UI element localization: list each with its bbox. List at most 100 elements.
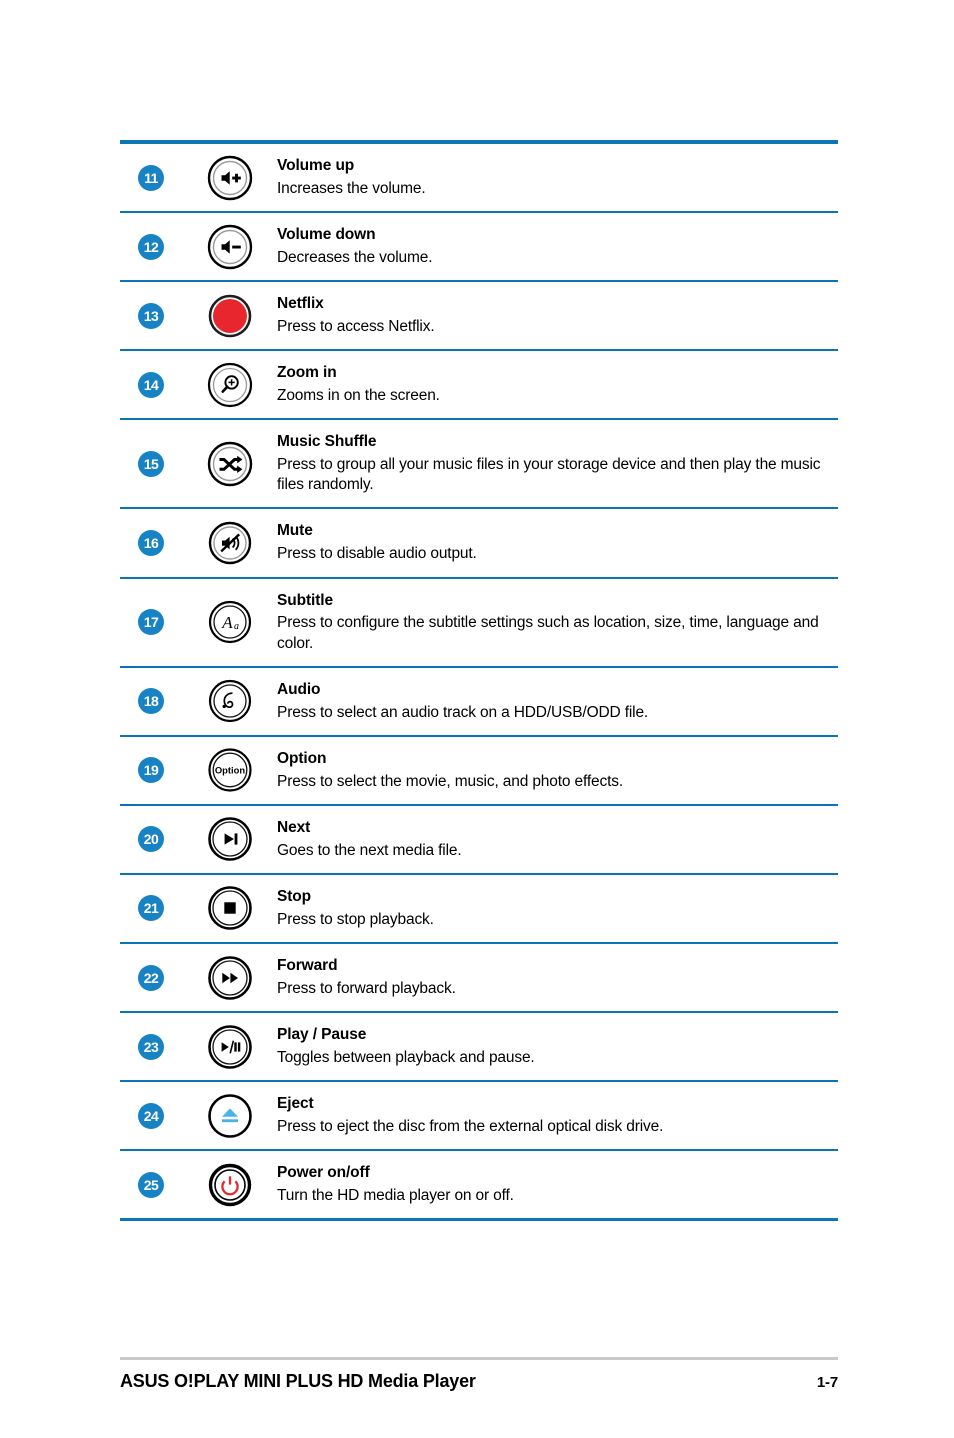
row-number-cell: 15 xyxy=(120,420,182,507)
row-number-cell: 24 xyxy=(120,1082,182,1149)
row-description: Goes to the next media file. xyxy=(277,841,462,859)
table-row: 11 Volume up Increases the volume. xyxy=(120,144,838,214)
row-text-cell: Zoom in Zooms in on the screen. xyxy=(277,351,838,418)
row-icon-cell xyxy=(182,351,277,418)
row-description: Turn the HD media player on or off. xyxy=(277,1187,514,1205)
row-icon-cell xyxy=(182,282,277,349)
row-text-cell: Stop Press to stop playback. xyxy=(277,875,838,942)
row-text-cell: Audio Press to select an audio track on … xyxy=(277,668,838,735)
row-icon-cell xyxy=(182,1151,277,1218)
row-title: Stop xyxy=(277,887,312,905)
row-title: Option xyxy=(277,749,327,767)
volume-up-icon xyxy=(207,155,253,201)
row-icon-cell xyxy=(182,1082,277,1149)
row-title: Netflix xyxy=(277,295,324,313)
footer-product-title: ASUS O!PLAY MINI PLUS HD Media Player xyxy=(120,1371,476,1391)
row-icon-cell xyxy=(182,420,277,507)
row-number-cell: 16 xyxy=(120,509,182,576)
row-number-cell: 20 xyxy=(120,806,182,873)
row-number-badge: 23 xyxy=(138,1033,164,1060)
power-icon xyxy=(207,1162,253,1208)
row-number-cell: 17 xyxy=(120,579,182,666)
row-number-badge: 13 xyxy=(138,302,164,329)
row-number-badge: 12 xyxy=(138,233,164,260)
row-text-cell: Play / Pause Toggles between playback an… xyxy=(277,1013,838,1080)
row-number-cell: 12 xyxy=(120,213,182,280)
row-text-cell: Next Goes to the next media file. xyxy=(277,806,838,873)
row-number-cell: 18 xyxy=(120,668,182,735)
forward-icon xyxy=(207,955,253,1001)
row-icon-cell: Option xyxy=(182,737,277,804)
table-row: 24 Eject Press to eject the disc from th… xyxy=(120,1082,838,1152)
row-description: Decreases the volume. xyxy=(277,248,433,266)
row-description: Press to access Netflix. xyxy=(277,318,435,336)
row-title: Mute xyxy=(277,522,313,540)
table-row: 23 Play / Pause Toggles between playback… xyxy=(120,1013,838,1083)
table-row: 22 Forward Press to forward playback. xyxy=(120,944,838,1014)
table-row: 15 Music Shuffle Press to group all your… xyxy=(120,420,838,510)
row-number-badge: 24 xyxy=(138,1102,164,1129)
row-icon-cell xyxy=(182,875,277,942)
zoom-in-icon xyxy=(207,362,253,408)
subtitle-icon: A a xyxy=(207,599,253,645)
table-row: 20 Next Goes to the next media file. xyxy=(120,806,838,875)
row-title: Volume up xyxy=(277,157,355,174)
row-text-cell: Volume down Decreases the volume. xyxy=(277,213,838,280)
row-description: Press to disable audio output. xyxy=(277,545,477,563)
row-icon-cell xyxy=(182,1013,277,1080)
row-title: Forward xyxy=(277,956,338,974)
row-title: Next xyxy=(277,818,311,836)
remote-button-table: 11 Volume up Increases the volume. 12 Vo… xyxy=(120,140,838,1222)
row-number-badge: 22 xyxy=(138,964,164,991)
row-description: Press to stop playback. xyxy=(277,910,434,928)
table-row: 12 Volume down Decreases the volume. xyxy=(120,213,838,283)
row-title: Volume down xyxy=(277,226,376,244)
mute-icon xyxy=(207,520,253,566)
row-icon-cell xyxy=(182,668,277,735)
row-title: Zoom in xyxy=(277,364,337,382)
row-description: Zooms in on the screen. xyxy=(277,387,440,405)
row-title: Subtitle xyxy=(277,591,334,609)
option-icon: Option xyxy=(207,747,253,793)
row-icon-cell: A a xyxy=(182,579,277,666)
row-text-cell: Netflix Press to access Netflix. xyxy=(277,282,838,349)
table-row: 18 Audio Press to select an audio track … xyxy=(120,668,838,737)
row-icon-cell xyxy=(182,806,277,873)
next-icon xyxy=(207,816,253,862)
netflix-icon xyxy=(207,293,253,339)
row-description: Press to select the movie, music, and ph… xyxy=(277,772,624,790)
row-number-cell: 11 xyxy=(120,144,182,211)
row-text-cell: Eject Press to eject the disc from the e… xyxy=(277,1082,838,1149)
row-number-badge: 15 xyxy=(138,450,164,477)
row-number-cell: 13 xyxy=(120,282,182,349)
row-description: Press to configure the subtitle settings… xyxy=(277,614,819,652)
row-title: Power on/off xyxy=(277,1164,370,1182)
row-text-cell: Volume up Increases the volume. xyxy=(277,144,838,211)
row-text-cell: Power on/off Turn the HD media player on… xyxy=(277,1151,838,1218)
table-row: 19 Option Option Press to select the mov… xyxy=(120,737,838,806)
footer-page-number: 1-7 xyxy=(816,1374,838,1391)
row-title: Music Shuffle xyxy=(277,433,377,451)
audio-icon xyxy=(207,678,253,724)
row-title: Eject xyxy=(277,1095,314,1113)
row-description: Press to eject the disc from the externa… xyxy=(277,1118,664,1136)
row-number-cell: 14 xyxy=(120,351,182,418)
row-icon-cell xyxy=(182,944,277,1011)
eject-icon xyxy=(207,1093,253,1139)
row-icon-cell xyxy=(182,144,277,211)
svg-text:A: A xyxy=(221,613,233,632)
row-number-badge: 16 xyxy=(138,529,164,556)
row-number-badge: 20 xyxy=(138,826,164,853)
row-description: Press to group all your music files in y… xyxy=(277,456,821,494)
row-title: Audio xyxy=(277,680,321,698)
row-number-badge: 14 xyxy=(138,371,164,398)
row-number-cell: 22 xyxy=(120,944,182,1011)
row-number-cell: 25 xyxy=(120,1151,182,1218)
play-pause-icon xyxy=(207,1024,253,1070)
row-text-cell: Forward Press to forward playback. xyxy=(277,944,838,1011)
row-icon-cell xyxy=(182,213,277,280)
row-description: Press to forward playback. xyxy=(277,979,456,997)
volume-down-icon xyxy=(207,224,253,270)
table-row: 16 Mute Press to disable audio output. xyxy=(120,509,838,579)
table-row: 13 Netflix Press to access Netflix. xyxy=(120,282,838,352)
